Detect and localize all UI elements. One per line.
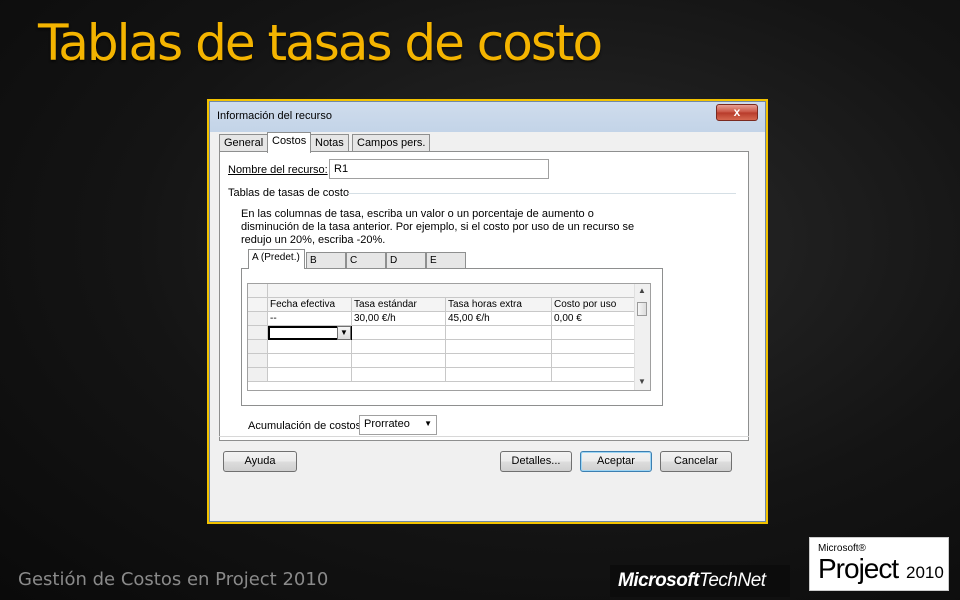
header-costo-por-uso[interactable]: Costo por uso — [552, 298, 636, 312]
rate-tables-group-label: Tablas de tasas de costo — [228, 187, 350, 199]
grid-vertical-scrollbar[interactable]: ▲ ▼ — [634, 284, 650, 390]
cancel-button[interactable]: Cancelar — [660, 451, 732, 472]
table-row — [248, 368, 636, 382]
grid-header-spacer — [248, 284, 636, 298]
ok-button[interactable]: Aceptar — [580, 451, 652, 472]
details-button[interactable]: Detalles... — [500, 451, 572, 472]
tab-costos[interactable]: Costos — [267, 132, 312, 153]
rate-tab-d[interactable]: D — [386, 252, 426, 268]
scroll-up-icon[interactable]: ▲ — [638, 286, 646, 295]
header-fecha-efectiva[interactable]: Fecha efectiva — [268, 298, 352, 312]
slide-title: Tablas de tasas de costo — [38, 14, 603, 72]
help-button[interactable]: Ayuda — [223, 451, 297, 472]
resource-name-input[interactable]: R1 — [329, 159, 549, 179]
costos-tab-panel: Nombre del recurso: R1 Tablas de tasas d… — [219, 151, 749, 441]
resource-info-dialog: Información del recurso x General Costos… — [209, 101, 766, 522]
project-2010-logo: Microsoft® Project 2010 — [809, 537, 949, 591]
grid-header-row: Fecha efectiva Tasa estándar Tasa horas … — [248, 298, 636, 312]
cell-tasa-estandar[interactable]: 30,00 €/h — [352, 312, 446, 326]
close-icon: x — [733, 105, 741, 119]
chevron-down-icon: ▼ — [424, 419, 432, 428]
accrual-select[interactable]: Prorrateo ▼ — [359, 415, 437, 435]
header-tasa-estandar[interactable]: Tasa estándar — [352, 298, 446, 312]
cell-tasa-horas-extra[interactable]: 45,00 €/h — [446, 312, 552, 326]
accrual-label: Acumulación de costos: — [248, 420, 365, 432]
rate-tab-c[interactable]: C — [346, 252, 386, 268]
technet-logo: MicrosoftTechNet — [610, 565, 790, 597]
tab-notas[interactable]: Notas — [310, 134, 349, 151]
chevron-down-icon: ▼ — [340, 328, 348, 337]
tab-general[interactable]: General — [219, 134, 269, 151]
close-button[interactable]: x — [716, 104, 758, 121]
slide-footer: Gestión de Costos en Project 2010 — [18, 569, 329, 590]
technet-logo-thin: TechNet — [699, 570, 766, 591]
dialog-title: Información del recurso — [217, 110, 332, 122]
cell-fecha[interactable]: -- — [268, 312, 352, 326]
rate-tab-e[interactable]: E — [426, 252, 466, 268]
cost-rate-grid[interactable]: Fecha efectiva Tasa estándar Tasa horas … — [247, 283, 651, 391]
table-row: ▼ — [248, 326, 636, 340]
footer-divider — [219, 436, 749, 437]
header-tasa-horas-extra[interactable]: Tasa horas extra — [446, 298, 552, 312]
rate-tab-a[interactable]: A (Predet.) — [248, 249, 305, 269]
instructions-text: En las columnas de tasa, escriba un valo… — [241, 208, 635, 246]
rate-tab-b[interactable]: B — [306, 252, 346, 268]
table-row — [248, 340, 636, 354]
dialog-titlebar[interactable]: Información del recurso x — [210, 102, 765, 128]
table-row — [248, 354, 636, 368]
tab-campos-pers[interactable]: Campos pers. — [352, 134, 431, 151]
group-divider — [348, 193, 736, 194]
accrual-value: Prorrateo — [364, 418, 410, 430]
scroll-thumb[interactable] — [637, 302, 647, 316]
date-dropdown-button[interactable]: ▼ — [337, 326, 351, 340]
dialog-highlight-frame: Información del recurso x General Costos… — [207, 99, 768, 524]
rate-table-panel: Fecha efectiva Tasa estándar Tasa horas … — [241, 268, 663, 406]
cell-costo-por-uso[interactable]: 0,00 € — [552, 312, 636, 326]
table-row: -- 30,00 €/h 45,00 €/h 0,00 € — [248, 312, 636, 326]
project-logo-name: Project — [818, 553, 899, 584]
scroll-down-icon[interactable]: ▼ — [638, 377, 646, 386]
technet-logo-bold: Microsoft — [618, 570, 700, 591]
project-logo-year: 2010 — [906, 563, 944, 582]
resource-name-label: Nombre del recurso: — [228, 164, 328, 176]
